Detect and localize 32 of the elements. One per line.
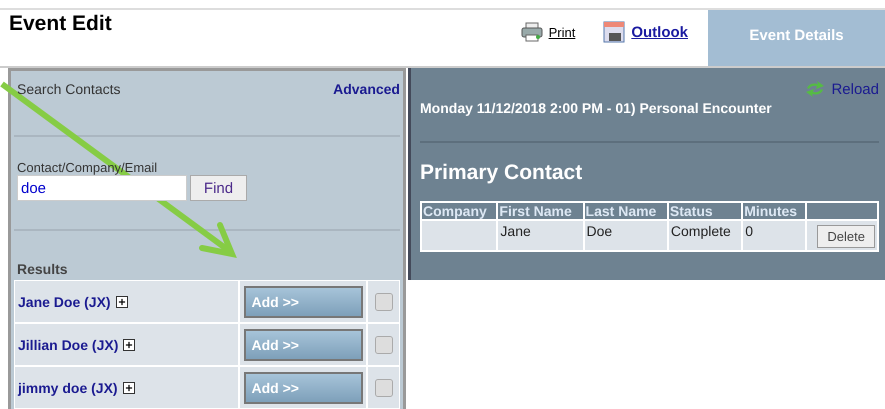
section-heading: Primary Contact xyxy=(420,161,584,185)
table-cell: Jane xyxy=(498,221,583,250)
advanced-link[interactable]: Advanced xyxy=(333,81,400,135)
page-title: Event Edit xyxy=(8,11,112,37)
checkbox[interactable] xyxy=(374,378,392,396)
find-button[interactable]: Find xyxy=(190,175,247,201)
calendar-icon xyxy=(603,21,626,43)
checkbox[interactable] xyxy=(374,336,392,354)
toolbar-link[interactable]: Outlook xyxy=(603,10,688,66)
event-summary: Monday 11/12/2018 2:00 PM - 01) Personal Encounter xyxy=(420,100,773,116)
table-cell: Complete xyxy=(668,221,742,250)
expand-icon[interactable] xyxy=(123,338,136,350)
delete-button[interactable]: Delete xyxy=(817,225,875,248)
column-header: First Name xyxy=(498,203,583,219)
expand-icon[interactable] xyxy=(116,296,128,308)
table-cell: 0 xyxy=(743,221,806,250)
table-cell: Doe xyxy=(584,221,667,250)
contact-link[interactable]: jimmy doe (JX) xyxy=(18,380,118,396)
refresh-icon xyxy=(804,80,826,98)
column-header: Status xyxy=(668,203,742,219)
panel-heading: Search Contacts xyxy=(17,81,120,99)
toolbar-link[interactable]: Print xyxy=(520,10,576,66)
contact-link[interactable]: Jillian Doe (JX) xyxy=(18,336,118,352)
column-header: Company xyxy=(422,203,496,219)
column-header: Last Name xyxy=(584,203,667,219)
results-heading: Results xyxy=(17,261,69,277)
column-header: Minutes xyxy=(743,203,806,219)
contact-link[interactable]: Jane Doe (JX) xyxy=(18,294,111,310)
expand-icon[interactable] xyxy=(122,382,135,394)
checkbox[interactable] xyxy=(374,292,392,310)
search-field[interactable]: doe xyxy=(17,175,187,201)
printer-icon xyxy=(520,22,543,42)
